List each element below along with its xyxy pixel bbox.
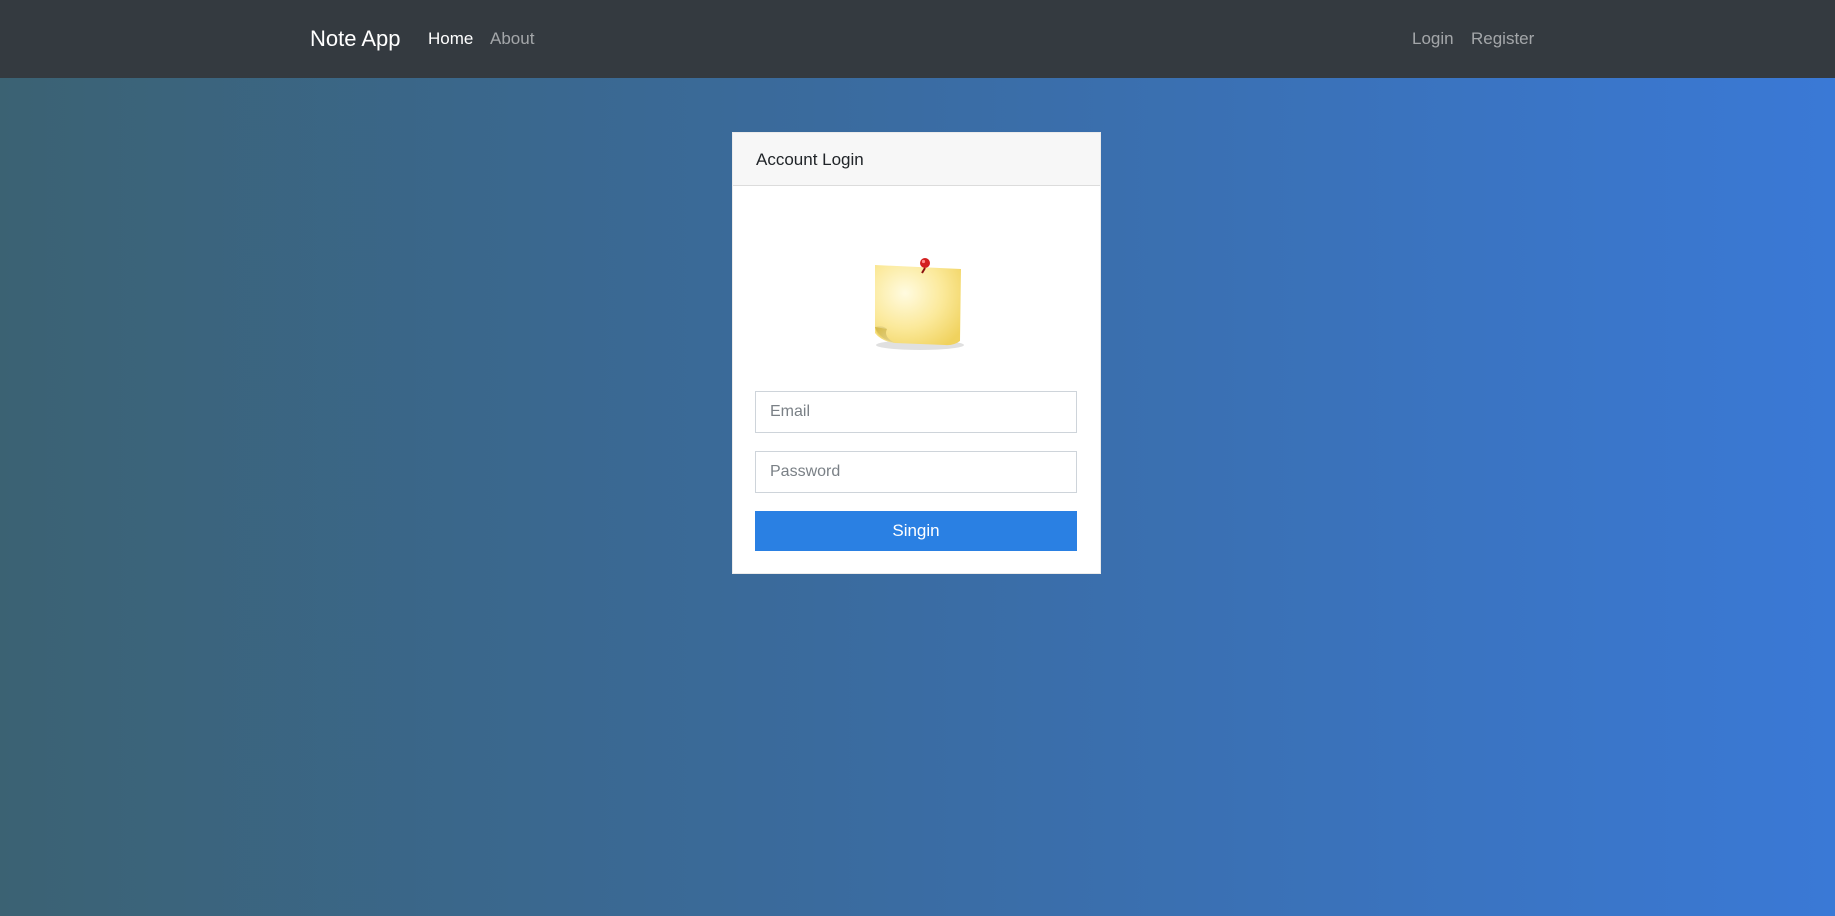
nav-home-link[interactable]: Home (428, 29, 473, 49)
login-card: Account Login Sin (732, 132, 1101, 574)
sticky-note-icon (865, 245, 975, 355)
brand-link[interactable]: Note App (310, 26, 401, 52)
card-header: Account Login (733, 133, 1100, 186)
card-title: Account Login (756, 150, 864, 169)
nav-login-link[interactable]: Login (1412, 29, 1454, 49)
email-field[interactable] (755, 391, 1077, 433)
nav-about-link[interactable]: About (490, 29, 534, 49)
password-field[interactable] (755, 451, 1077, 493)
top-navbar: Note App Home About Login Register (0, 0, 1835, 78)
nav-register-link[interactable]: Register (1471, 29, 1534, 49)
signin-button[interactable]: Singin (755, 511, 1077, 551)
